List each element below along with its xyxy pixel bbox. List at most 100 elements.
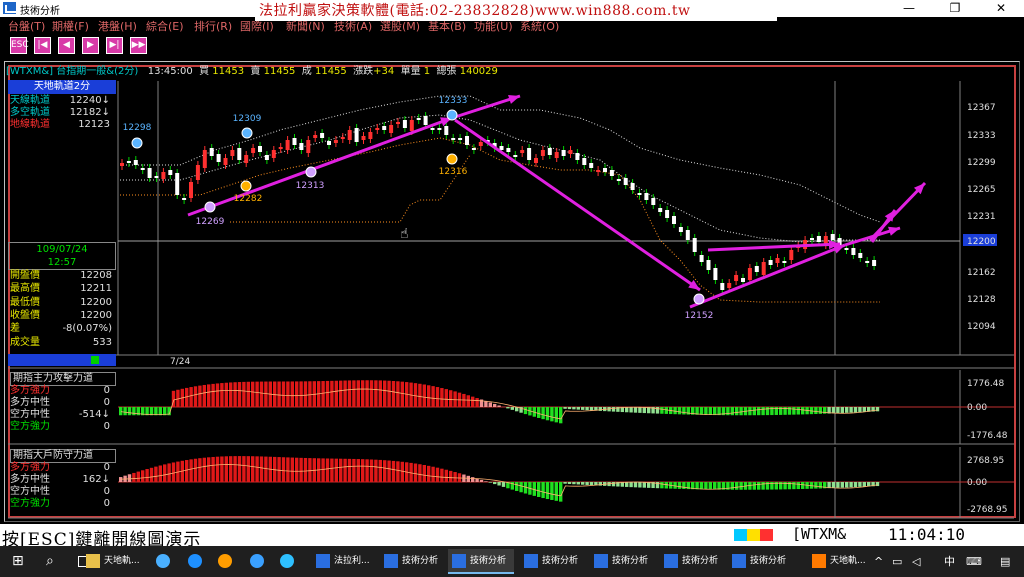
candle-body (596, 170, 601, 172)
sub-legend-value: 0 (103, 397, 110, 408)
histogram-bar (818, 407, 822, 414)
notification-icon[interactable]: ▤ (1000, 549, 1010, 574)
histogram-bar (211, 383, 215, 407)
ohlc-label: 收盤價 (10, 309, 40, 321)
candle-body (147, 168, 152, 178)
taskbar-window-item[interactable]: 法拉利... (312, 549, 378, 574)
signal-marker (446, 153, 458, 165)
histogram-bar (550, 407, 554, 422)
taskbar-window-item[interactable]: 技術分析 (380, 549, 446, 574)
input-method-label[interactable]: 中 (944, 549, 955, 574)
volume-icon[interactable]: ◁ (912, 549, 920, 574)
orbit-label: 地線軌道 (10, 119, 50, 130)
histogram-bar (581, 482, 585, 485)
candle-body (540, 150, 545, 156)
histogram-bar (343, 458, 347, 482)
candle-body (699, 255, 704, 262)
histogram-bar (633, 482, 638, 488)
histogram-bar (814, 407, 818, 415)
ohlc-row: 收盤價 12200 (10, 310, 114, 322)
histogram-bar (541, 407, 545, 420)
search-icon[interactable]: ⌕ (46, 549, 54, 574)
start-button[interactable]: ⊞ (12, 549, 32, 574)
app-icon (452, 553, 466, 568)
histogram-bar (356, 380, 360, 407)
y-tick-label: 12367 (967, 103, 996, 113)
histogram-bar (664, 482, 668, 489)
taskbar-window-item[interactable]: 天地軌... (82, 549, 148, 574)
histogram-bar (251, 381, 255, 407)
histogram-bar (765, 407, 770, 416)
taskbar-window-item[interactable]: 天地軌... (808, 549, 874, 574)
taskbar-window-item[interactable]: 技術分析 (728, 549, 794, 574)
histogram-bar (488, 402, 492, 407)
support-line (230, 154, 471, 223)
candle-body (534, 158, 538, 163)
histogram-bar (629, 407, 633, 413)
taskbar-window-item[interactable]: 技術分析 (448, 549, 514, 574)
candle-body (402, 120, 407, 128)
pinned-app-icon[interactable] (218, 549, 236, 574)
candle-body (202, 150, 207, 168)
taskbar-window-item[interactable]: 技術分析 (520, 549, 586, 574)
histogram-bar (572, 407, 576, 410)
histogram-bar (215, 456, 220, 482)
histogram-bar (484, 400, 488, 407)
chart-canvas[interactable]: 12367 12333 12299 12265 12231 12200 12162 12128… (0, 0, 1024, 524)
pinned-app-icon[interactable] (250, 549, 268, 574)
histogram-bar (352, 380, 356, 407)
candle-body (264, 155, 269, 160)
candle-body (727, 283, 732, 288)
histogram-bar (185, 460, 189, 482)
candle-body (527, 148, 532, 160)
pinned-app-icon[interactable] (188, 549, 206, 574)
histogram-bar (660, 407, 664, 414)
histogram-bar (792, 482, 796, 490)
app-icon (664, 553, 678, 568)
tray-chevron-icon[interactable]: ^ (874, 549, 883, 574)
histogram-bar (229, 456, 233, 482)
taskbar-item-label: 天地軌... (104, 556, 140, 566)
histogram-bar (633, 407, 638, 413)
histogram-bar (369, 380, 374, 407)
histogram-bar (611, 407, 616, 412)
ohlc-value: 12200 (80, 296, 112, 308)
signal-marker (131, 137, 143, 149)
taskbar-window-item[interactable]: 技術分析 (590, 549, 656, 574)
pinned-app-icon[interactable] (156, 549, 174, 574)
trend-arrow (689, 243, 846, 309)
pinned-app-icon[interactable] (280, 549, 298, 574)
keyboard-icon[interactable]: ⌨ (966, 549, 982, 574)
candle-body (223, 158, 228, 165)
histogram-bar (699, 407, 704, 415)
histogram-bar (462, 393, 466, 407)
histogram-bar (787, 407, 792, 415)
sub-legend-value: 0 (103, 498, 110, 509)
signal-marker (240, 180, 252, 192)
histogram-bar (845, 407, 849, 413)
candle-body (216, 154, 221, 162)
histogram-bar (664, 407, 668, 414)
histogram-bar (862, 482, 866, 487)
ohlc-label: 差 (10, 323, 20, 335)
histogram-bar (567, 482, 572, 484)
histogram-bar (752, 482, 756, 490)
candle-body (858, 253, 863, 258)
histogram-bar (611, 482, 616, 487)
histogram-bar (735, 407, 739, 416)
candle-body (154, 176, 159, 178)
candle-body (230, 150, 235, 156)
candle-body (665, 210, 670, 218)
sub-legend-value: -514↓ (78, 409, 110, 420)
app-icon (384, 553, 398, 568)
histogram-bar (149, 407, 154, 416)
histogram-bar (704, 407, 708, 415)
taskbar-window-item[interactable]: 技術分析 (660, 549, 726, 574)
candle-body (340, 137, 345, 139)
candle-body (547, 148, 552, 155)
histogram-bar (677, 482, 682, 489)
candle-body (678, 227, 683, 232)
candle-body (789, 250, 794, 260)
sub-tick-label: 2768.95 (967, 456, 1004, 466)
network-icon[interactable]: ▭ (892, 549, 902, 574)
